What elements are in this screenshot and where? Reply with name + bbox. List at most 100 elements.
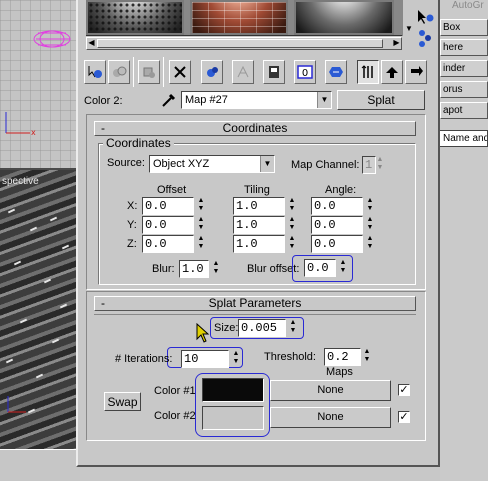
show-map-icon[interactable] (325, 60, 347, 84)
axis-y-label: Y: (127, 219, 137, 231)
spinner-arrows-icon[interactable]: ▲ ▼ (211, 260, 221, 278)
sample-slot-2[interactable] (190, 0, 288, 35)
spinner-arrows-icon[interactable]: ▲ ▼ (365, 216, 375, 234)
coordinates-group-title: Coordinates (103, 136, 174, 150)
threshold-field[interactable]: 0.2 (324, 348, 361, 366)
spinner-arrows-icon[interactable]: ▲ ▼ (287, 216, 297, 234)
spinner-arrows-icon[interactable]: ▲ ▼ (231, 350, 241, 368)
map-channel-spinner: 1 ▲ ▼ (362, 156, 384, 174)
spinner-arrows-icon[interactable]: ▲ ▼ (288, 319, 298, 337)
color2-map-button[interactable]: None (270, 407, 391, 428)
get-material-icon[interactable] (84, 60, 106, 84)
map-name-dropdown[interactable]: Map #27 ▼ (181, 91, 332, 109)
color2-swatch[interactable] (202, 406, 264, 430)
name-and-color-field[interactable]: Name and (438, 130, 488, 147)
v-angle-field[interactable]: 0.0 (311, 216, 363, 234)
u-angle-spinner[interactable]: 0.0 ▲ ▼ (311, 197, 375, 215)
size-field[interactable]: 0.005 (238, 319, 286, 337)
v-tiling-spinner[interactable]: 1.0 ▲ ▼ (233, 216, 297, 234)
sample-slot-1[interactable] (86, 0, 184, 35)
command-panel-header: AutoGr (452, 0, 484, 11)
iterations-spinner[interactable]: 10 ▲ ▼ (181, 350, 241, 368)
coordinates-rollout-title: Coordinates (222, 121, 288, 135)
assign-material-icon[interactable] (138, 60, 160, 84)
scroll-right-icon[interactable]: ▶ (392, 38, 401, 48)
create-sphere-button[interactable]: here (440, 39, 488, 56)
scroll-thumb[interactable] (97, 39, 383, 48)
blur-field[interactable]: 1.0 (179, 260, 209, 278)
u-offset-spinner[interactable]: 0.0 ▲ ▼ (142, 197, 206, 215)
angle-header: Angle: (325, 184, 357, 196)
sample-horizontal-scrollbar[interactable]: ◀ ▶ (86, 37, 402, 50)
u-offset-field[interactable]: 0.0 (142, 197, 194, 215)
w-offset-spinner[interactable]: 0.0 ▲ ▼ (142, 235, 206, 253)
v-tiling-field[interactable]: 1.0 (233, 216, 285, 234)
show-end-result-icon[interactable] (357, 60, 379, 84)
unique-icon[interactable] (232, 60, 254, 84)
w-tiling-field[interactable]: 1.0 (233, 235, 285, 253)
create-cylinder-button[interactable]: inder (440, 60, 488, 77)
source-dropdown[interactable]: Object XYZ ▼ (149, 155, 275, 173)
size-spinner[interactable]: 0.005 ▲ ▼ (238, 319, 298, 337)
viewport-label: spective (2, 176, 39, 187)
go-forward-icon[interactable] (405, 60, 427, 84)
blur-offset-field[interactable]: 0.0 (304, 259, 336, 277)
w-angle-field[interactable]: 0.0 (311, 235, 363, 253)
put-material-icon[interactable] (108, 60, 130, 84)
spinner-arrows-icon[interactable]: ▲ ▼ (196, 216, 206, 234)
viewport-top[interactable]: x (0, 0, 80, 168)
color1-map-checkbox[interactable]: ✓ (398, 384, 410, 396)
threshold-spinner[interactable]: 0.2 ▲ ▼ (324, 348, 372, 366)
create-box-button[interactable]: Box (440, 19, 488, 36)
color1-map-button[interactable]: None (270, 380, 391, 401)
maps-label: Maps (326, 366, 353, 378)
svg-text:0: 0 (302, 68, 308, 79)
coordinates-rollout-header[interactable]: - Coordinates (94, 121, 416, 136)
w-tiling-spinner[interactable]: 1.0 ▲ ▼ (233, 235, 297, 253)
v-offset-spinner[interactable]: 0.0 ▲ ▼ (142, 216, 206, 234)
copy-material-icon[interactable] (201, 60, 223, 84)
u-tiling-field[interactable]: 1.0 (233, 197, 285, 215)
scroll-left-icon[interactable]: ◀ (87, 38, 96, 48)
threshold-label: Threshold: (264, 351, 316, 363)
create-teapot-button[interactable]: apot (440, 102, 488, 119)
u-angle-field[interactable]: 0.0 (311, 197, 363, 215)
iterations-field[interactable]: 10 (181, 350, 229, 368)
sample-type-icon[interactable] (412, 0, 438, 52)
spinner-arrows-icon[interactable]: ▲ ▼ (196, 197, 206, 215)
spinner-arrows-icon[interactable]: ▲ ▼ (287, 235, 297, 253)
map-name-value: Map #27 (185, 94, 228, 106)
go-to-parent-icon[interactable] (381, 60, 403, 84)
spinner-arrows-icon[interactable]: ▲ ▼ (287, 197, 297, 215)
create-torus-button[interactable]: orus (440, 81, 488, 98)
splat-rollout-header[interactable]: - Splat Parameters (94, 296, 416, 311)
u-tiling-spinner[interactable]: 1.0 ▲ ▼ (233, 197, 297, 215)
spinner-arrows-icon[interactable]: ▲ ▼ (365, 197, 375, 215)
viewport-perspective[interactable] (0, 168, 80, 449)
color1-swatch[interactable] (202, 378, 264, 402)
color-slot-label: Color 2: (84, 95, 123, 107)
v-offset-field[interactable]: 0.0 (142, 216, 194, 234)
spinner-arrows-icon[interactable]: ▲ ▼ (365, 235, 375, 253)
v-angle-spinner[interactable]: 0.0 ▲ ▼ (311, 216, 375, 234)
chevron-down-icon[interactable]: ▼ (317, 92, 331, 108)
spinner-arrows-icon: ▲ ▼ (376, 156, 384, 171)
splat-rollout-title: Splat Parameters (208, 296, 302, 310)
map-type-button[interactable]: Splat (337, 90, 425, 110)
blur-offset-spinner[interactable]: 0.0 ▲ ▼ (304, 259, 348, 277)
eyedropper-icon[interactable] (160, 91, 178, 109)
spinner-arrows-icon[interactable]: ▲ ▼ (362, 348, 372, 366)
spinner-arrows-icon[interactable]: ▲ ▼ (338, 259, 348, 277)
delete-icon[interactable] (169, 60, 191, 84)
material-effects-channel-icon[interactable]: 0 (294, 60, 316, 84)
sample-slot-3[interactable] (294, 0, 394, 35)
spinner-arrows-icon[interactable]: ▲ ▼ (196, 235, 206, 253)
color2-map-checkbox[interactable]: ✓ (398, 411, 410, 423)
swap-button[interactable]: Swap (104, 392, 141, 411)
w-angle-spinner[interactable]: 0.0 ▲ ▼ (311, 235, 375, 253)
blur-spinner[interactable]: 1.0 ▲ ▼ (179, 260, 221, 278)
color2-label: Color #2 (154, 410, 196, 422)
w-offset-field[interactable]: 0.0 (142, 235, 194, 253)
put-to-library-icon[interactable] (263, 60, 285, 84)
chevron-down-icon[interactable]: ▼ (260, 156, 274, 172)
